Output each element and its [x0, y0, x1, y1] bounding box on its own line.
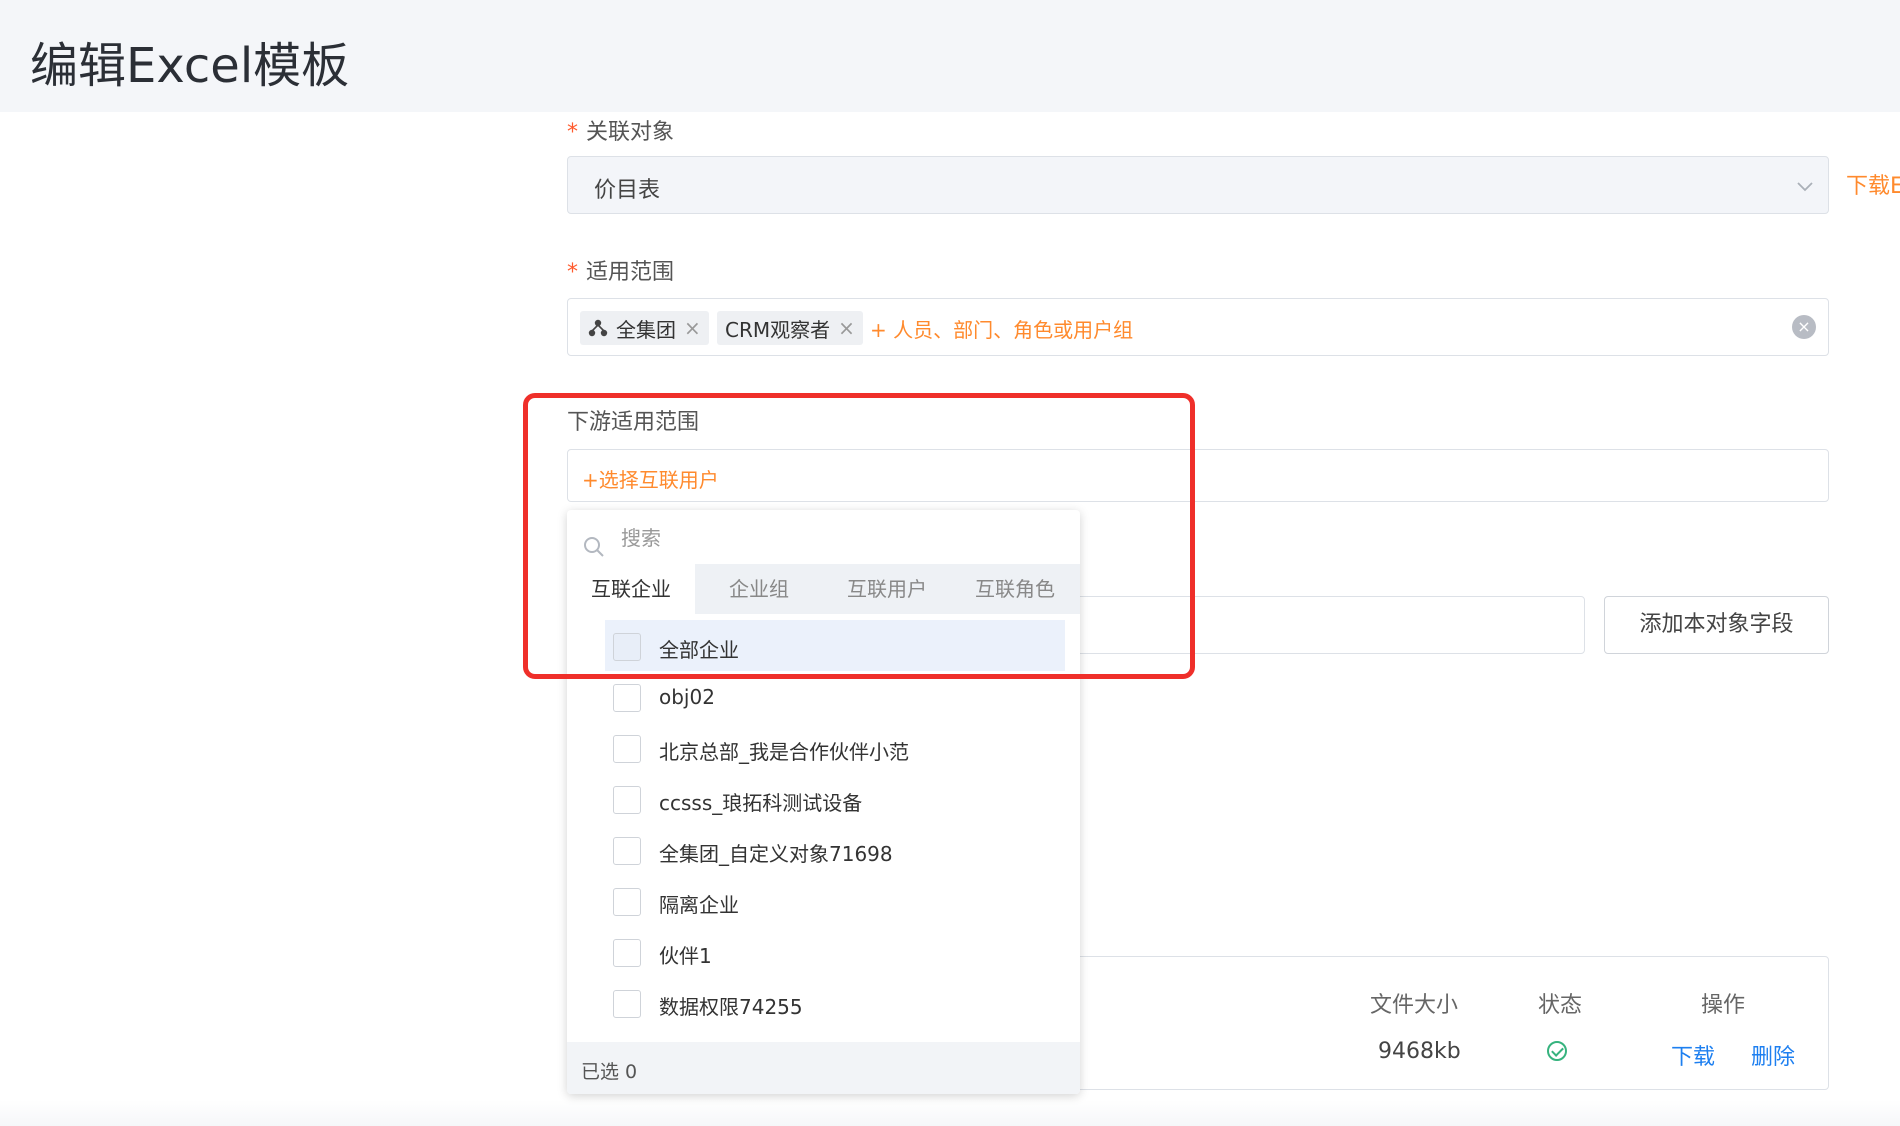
- list-item-label: 伙伴1: [659, 944, 712, 968]
- download-template-link[interactable]: 下载E: [1846, 168, 1900, 200]
- checkbox[interactable]: [613, 684, 641, 712]
- related-object-select[interactable]: 价目表: [567, 156, 1829, 214]
- list-item[interactable]: 隔离企业: [605, 875, 1065, 926]
- field-input[interactable]: [1075, 596, 1585, 654]
- related-object-label-text: 关联对象: [586, 120, 675, 145]
- scope-selector[interactable]: 全集团 × CRM观察者 × + 人员、部门、角色或用户组 ×: [567, 298, 1829, 356]
- list-item-label: obj02: [659, 685, 715, 709]
- list-item-label: ccsss_琅拓科测试设备: [659, 791, 863, 815]
- downstream-scope-selector[interactable]: +选择互联用户: [567, 449, 1829, 502]
- download-file-link[interactable]: 下载: [1671, 1039, 1715, 1071]
- add-scope-member-link[interactable]: + 人员、部门、角色或用户组: [870, 314, 1133, 343]
- scope-label: * 适用范围: [567, 254, 674, 286]
- tag-remove-icon[interactable]: ×: [838, 316, 855, 340]
- column-header-status: 状态: [1538, 993, 1583, 1018]
- checkbox[interactable]: [613, 939, 641, 967]
- list-item[interactable]: 数据权限74255: [605, 977, 1065, 1028]
- required-mark: *: [567, 120, 578, 145]
- checkbox[interactable]: [613, 990, 641, 1018]
- related-object-label: * 关联对象: [567, 114, 674, 146]
- tab-linked-user[interactable]: 互联用户: [823, 564, 951, 614]
- tab-linked-role[interactable]: 互联角色: [951, 564, 1079, 614]
- scope-tag-label: 全集团: [616, 317, 676, 342]
- tag-remove-icon[interactable]: ×: [684, 316, 701, 340]
- select-linked-user-link[interactable]: +选择互联用户: [582, 464, 719, 493]
- checkbox[interactable]: [613, 735, 641, 763]
- picker-search: [567, 510, 1080, 564]
- downstream-scope-label: 下游适用范围: [567, 410, 700, 435]
- tab-enterprise-group[interactable]: 企业组: [695, 564, 823, 614]
- check-circle-icon: [1547, 1041, 1567, 1061]
- column-header-size: 文件大小: [1370, 993, 1459, 1018]
- list-item[interactable]: 全集团_自定义对象71698: [605, 824, 1065, 875]
- add-object-field-button[interactable]: 添加本对象字段: [1604, 596, 1829, 654]
- file-table: 文件大小 状态 操作 9468kb 下载 删除: [1075, 956, 1829, 1090]
- list-item-label: 北京总部_我是合作伙伴小范: [659, 740, 909, 764]
- related-object-value: 价目表: [594, 178, 661, 203]
- list-item[interactable]: obj02: [605, 671, 1065, 722]
- scope-label-text: 适用范围: [586, 260, 675, 285]
- tab-linked-enterprise[interactable]: 互联企业: [567, 564, 695, 614]
- checkbox[interactable]: [613, 786, 641, 814]
- checkbox[interactable]: [613, 633, 641, 661]
- scope-tag: 全集团 ×: [580, 311, 709, 345]
- search-icon: [584, 537, 604, 557]
- clear-icon[interactable]: ×: [1792, 315, 1816, 339]
- scope-tag-label: CRM观察者: [725, 317, 831, 342]
- list-item-label: 全部企业: [659, 638, 739, 662]
- list-item-label: 全集团_自定义对象71698: [659, 842, 893, 866]
- list-item[interactable]: ccsss_琅拓科测试设备: [605, 773, 1065, 824]
- org-tree-icon: [588, 319, 608, 337]
- checkbox[interactable]: [613, 837, 641, 865]
- checkbox[interactable]: [613, 888, 641, 916]
- list-item[interactable]: 伙伴1: [605, 926, 1065, 977]
- picker-tabs: 互联企业 企业组 互联用户 互联角色: [567, 564, 1080, 614]
- list-item[interactable]: 全部企业: [605, 620, 1065, 671]
- linked-user-picker: 互联企业 企业组 互联用户 互联角色 全部企业 obj02 北京总部_我是合作伙…: [567, 510, 1080, 1094]
- list-item-label: 数据权限74255: [659, 995, 803, 1019]
- delete-file-link[interactable]: 删除: [1751, 1039, 1795, 1071]
- chevron-down-icon: [1797, 182, 1813, 192]
- selected-count: 已选 0: [581, 1061, 638, 1083]
- bottom-shadow: [0, 1100, 1900, 1126]
- list-item-label: 隔离企业: [659, 893, 739, 917]
- scope-tag: CRM观察者 ×: [717, 311, 863, 345]
- picker-footer: 已选 0: [567, 1042, 1080, 1094]
- page-header: 编辑Excel模板: [0, 0, 1900, 112]
- required-mark: *: [567, 260, 578, 285]
- page-title: 编辑Excel模板: [30, 38, 350, 94]
- list-item[interactable]: 北京总部_我是合作伙伴小范: [605, 722, 1065, 773]
- file-size-cell: 9468kb: [1378, 1039, 1461, 1064]
- picker-search-input[interactable]: [621, 524, 1061, 552]
- page: 编辑Excel模板 * 关联对象 价目表 下载E * 适用范围 全集团 × CRM观…: [0, 0, 1900, 1126]
- column-header-actions: 操作: [1701, 993, 1746, 1018]
